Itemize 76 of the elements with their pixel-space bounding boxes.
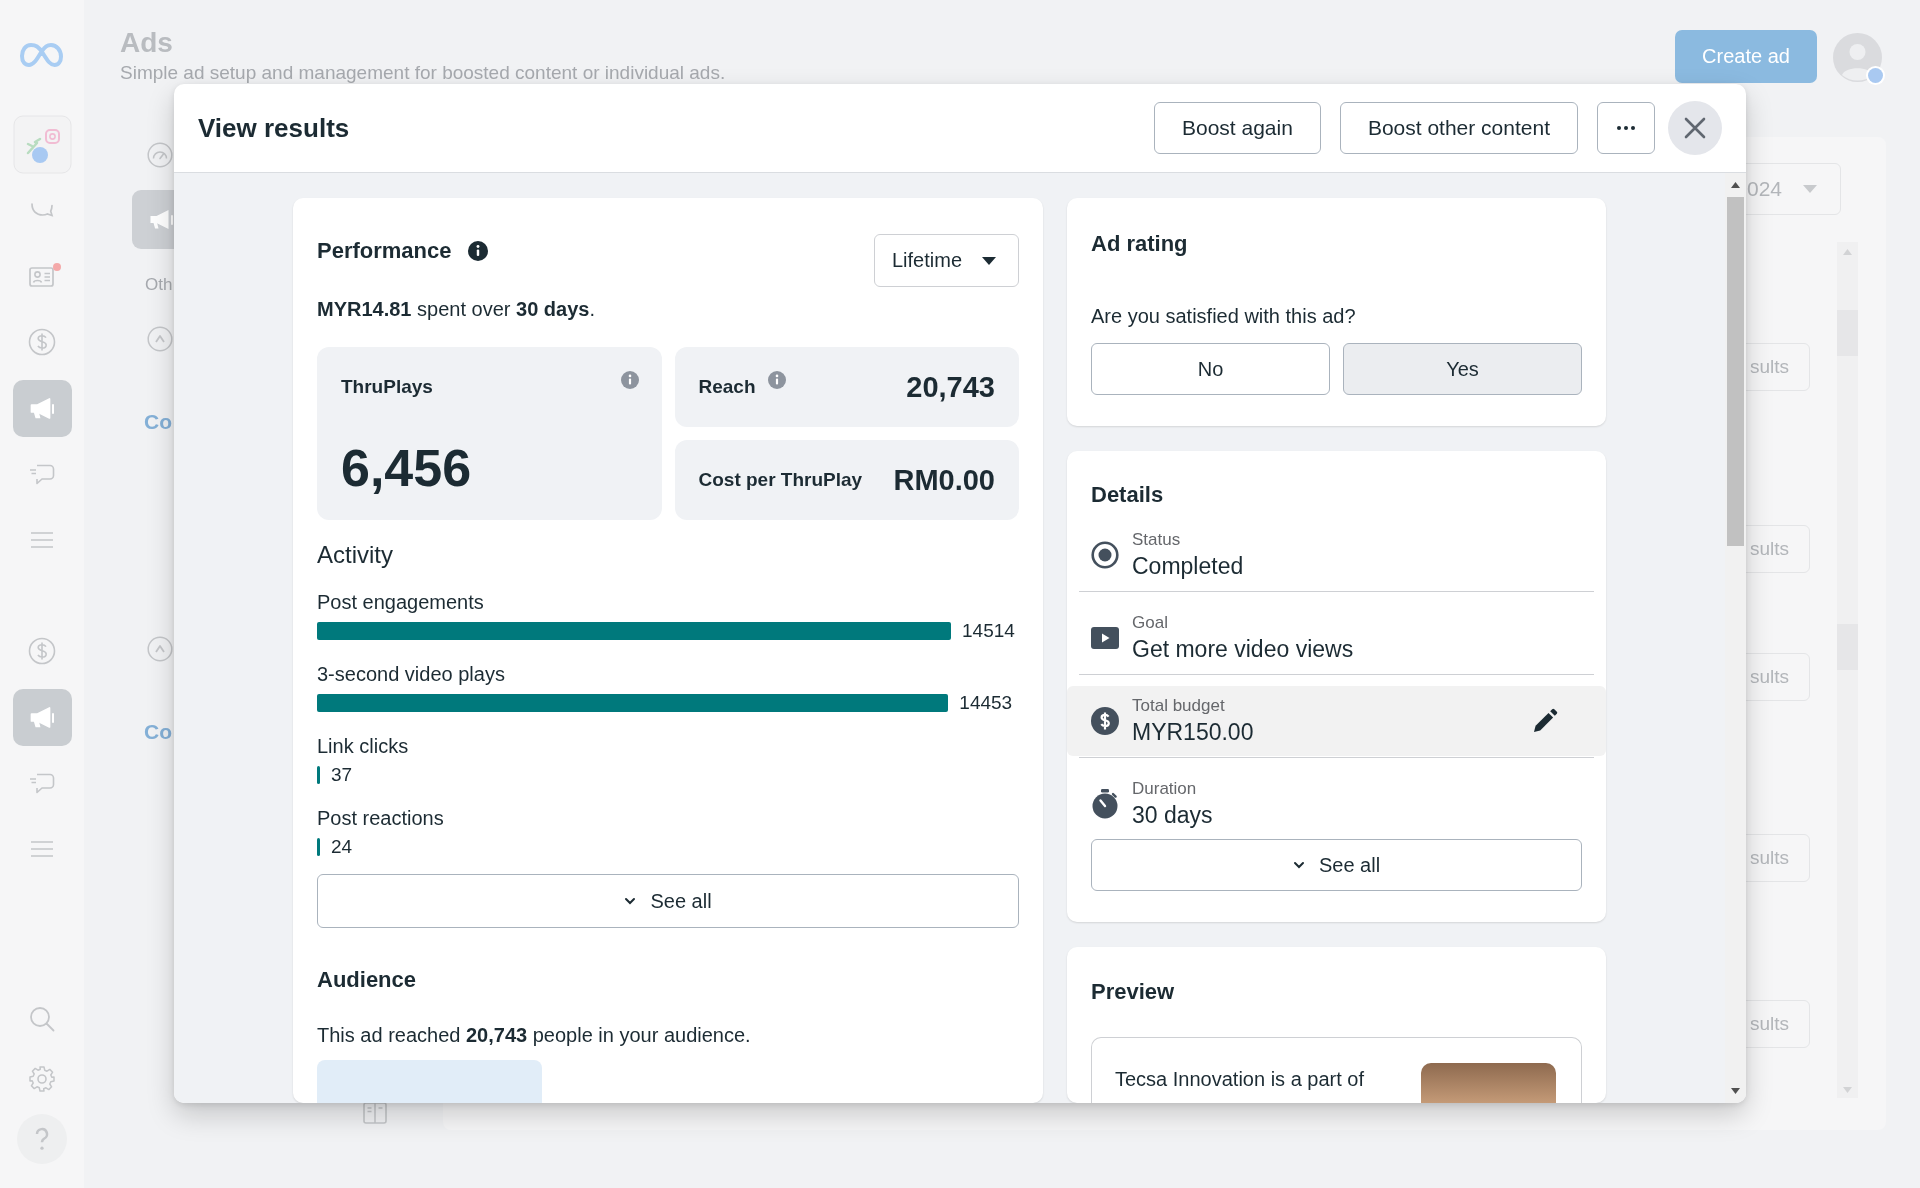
- chevron-down-icon: [1292, 861, 1305, 869]
- help-icon[interactable]: [17, 1114, 67, 1164]
- detail-label: Duration: [1132, 778, 1197, 800]
- close-icon: [1683, 116, 1707, 140]
- up-arrow-icon[interactable]: [1731, 182, 1740, 188]
- metric-label: ThruPlays: [341, 375, 433, 399]
- see-all-button[interactable]: See all: [1091, 839, 1582, 891]
- detail-row-highlight[interactable]: Total budget MYR150.00: [1067, 686, 1606, 756]
- activity-count: 37: [331, 763, 353, 787]
- stopwatch-icon: [1091, 789, 1119, 819]
- detail-value: 30 days: [1132, 801, 1213, 830]
- dollar-circle-icon[interactable]: [27, 636, 57, 666]
- play-icon: [1091, 627, 1119, 649]
- target-icon: [1091, 541, 1119, 569]
- gauge-icon[interactable]: [147, 142, 173, 168]
- caret-circle-icon[interactable]: [147, 326, 173, 352]
- rating-question: Are you satisfied with this ad?: [1091, 304, 1356, 329]
- section-title: Ad rating: [1091, 230, 1188, 258]
- detail-value: Get more video views: [1132, 635, 1354, 664]
- close-button[interactable]: [1668, 101, 1722, 155]
- panel-icon[interactable]: [362, 1100, 388, 1126]
- search-icon[interactable]: [27, 1004, 57, 1034]
- metric-value: RM0.00: [893, 463, 995, 498]
- dollar-circle-icon[interactable]: [27, 327, 57, 357]
- metric-value: 20,743: [906, 370, 995, 405]
- megaphone-icon[interactable]: [12, 379, 72, 437]
- logo-icon[interactable]: [19, 41, 65, 69]
- dialog-title: View results: [198, 112, 350, 144]
- action-button[interactable]: Boost again: [1153, 102, 1321, 154]
- settings-icon[interactable]: [27, 1064, 57, 1094]
- more-button[interactable]: [1597, 102, 1655, 154]
- detail-value: MYR150.00: [1132, 718, 1254, 747]
- scrollbar[interactable]: [1837, 242, 1858, 1098]
- audience-summary: This ad reached 20,743 people in your audience.: [317, 1023, 751, 1048]
- detail-label: Status: [1132, 529, 1181, 551]
- see-all-button[interactable]: See all: [317, 874, 1019, 928]
- detail-label: Goal: [1132, 612, 1168, 634]
- app-tile-icon[interactable]: [12, 114, 72, 174]
- scrollbar[interactable]: [1725, 173, 1746, 1103]
- caret-down-icon: [982, 256, 996, 265]
- section-title: Details: [1091, 481, 1164, 509]
- post-text: Tecsa Innovation is a part of: [1115, 1067, 1365, 1092]
- activity-label: Link clicks: [317, 734, 409, 759]
- metric-label: Reach: [698, 375, 756, 399]
- activity-label: Post reactions: [317, 806, 444, 831]
- caret-circle-icon[interactable]: [147, 636, 173, 662]
- section-title: Preview: [1091, 978, 1175, 1006]
- megaphone-icon[interactable]: [12, 688, 72, 746]
- action-button[interactable]: Boost other content: [1339, 102, 1578, 154]
- dollar-icon: [1091, 707, 1119, 735]
- caret-down-icon: [1803, 185, 1817, 193]
- rating-option-button[interactable]: No: [1091, 343, 1330, 395]
- spend-summary: MYR14.81 spent over 30 days.: [317, 297, 595, 322]
- period-dropdown[interactable]: Lifetime: [873, 234, 1019, 287]
- section-title: Activity: [317, 540, 393, 570]
- badge-icon: [1866, 66, 1885, 85]
- activity-label: 3-second video plays: [317, 662, 505, 687]
- page-title: Ads: [120, 26, 173, 60]
- metric-label: Cost per ThruPlay: [698, 468, 863, 492]
- down-arrow-icon[interactable]: [1731, 1088, 1740, 1094]
- metric-value: 6,456: [341, 440, 472, 496]
- rating-option-button[interactable]: Yes: [1343, 343, 1582, 395]
- detail-label: Total budget: [1132, 695, 1225, 717]
- activity-count: 14514: [962, 619, 1015, 643]
- page-subtitle: Simple ad setup and management for boosted content or individual ads.: [120, 62, 726, 84]
- section-title: Performance: [317, 237, 452, 265]
- activity-label: Post engagements: [317, 590, 484, 615]
- scrollbar-thumb[interactable]: [1727, 197, 1744, 546]
- info-icon[interactable]: [467, 241, 488, 261]
- more-icon: [1617, 126, 1635, 130]
- chevron-down-icon: [624, 897, 637, 905]
- detail-value: Completed: [1132, 552, 1244, 581]
- section-title: Audience: [317, 966, 417, 994]
- pencil-icon[interactable]: [1532, 708, 1558, 734]
- activity-count: 14453: [959, 691, 1013, 715]
- activity-count: 24: [331, 835, 353, 859]
